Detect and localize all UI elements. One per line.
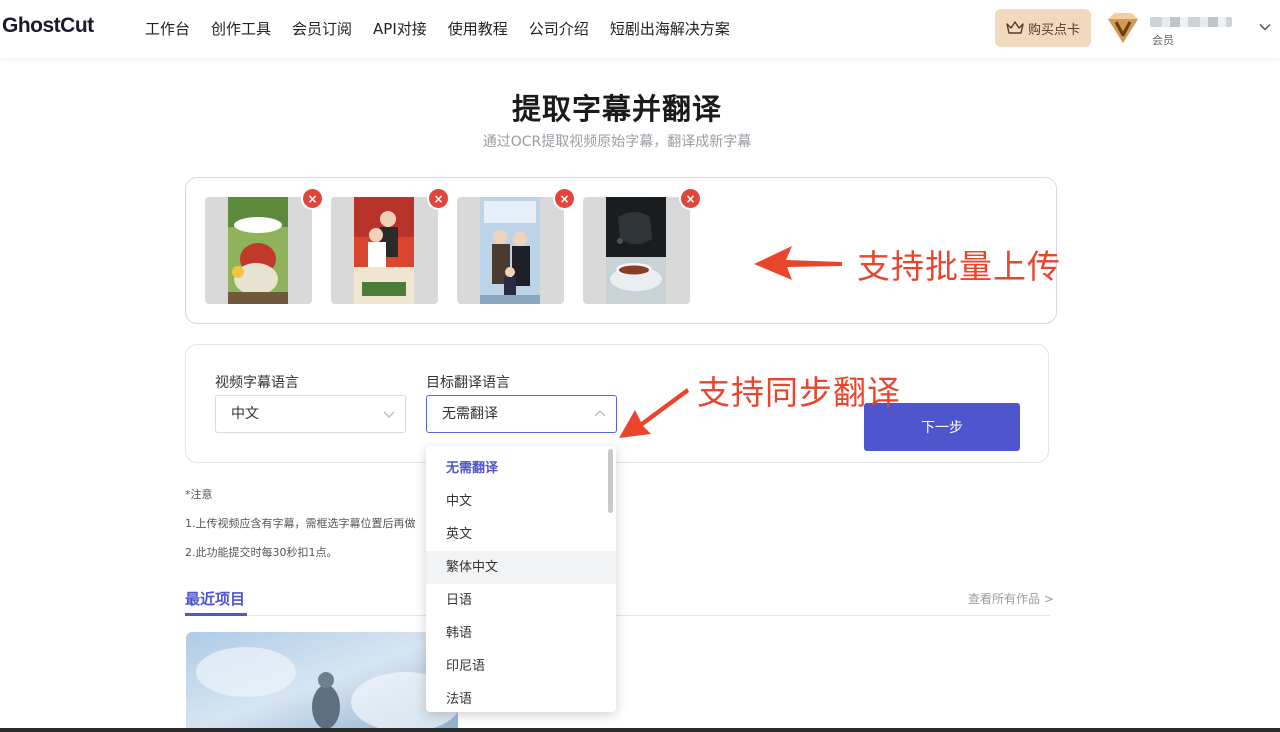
dropdown-option-no-translation[interactable]: 无需翻译 bbox=[426, 452, 616, 485]
video-thumbnail[interactable]: × bbox=[457, 189, 574, 304]
annotation-arrow-left-icon bbox=[754, 246, 842, 280]
dropdown-option-english[interactable]: 英文 bbox=[426, 518, 616, 551]
top-header: GhostCut 工作台 创作工具 会员订阅 API对接 使用教程 公司介绍 短… bbox=[0, 0, 1280, 58]
target-language-label: 目标翻译语言 bbox=[426, 375, 510, 391]
chevron-up-icon bbox=[594, 410, 606, 417]
ghostcut-logo[interactable]: GhostCut bbox=[2, 14, 94, 38]
window-bottom-edge bbox=[0, 728, 1280, 732]
dropdown-option-chinese[interactable]: 中文 bbox=[426, 485, 616, 518]
crown-icon bbox=[1006, 21, 1024, 34]
dropdown-option-indonesian[interactable]: 印尼语 bbox=[426, 650, 616, 683]
thumbnail-image bbox=[606, 197, 666, 304]
target-language-value: 无需翻译 bbox=[442, 406, 498, 422]
remove-video-button[interactable]: × bbox=[303, 189, 322, 208]
vip-diamond-icon bbox=[1108, 13, 1138, 43]
nav-api[interactable]: API对接 bbox=[373, 18, 427, 39]
chevron-down-icon[interactable] bbox=[1258, 20, 1272, 34]
batch-upload-annotation: 支持批量上传 bbox=[857, 247, 1061, 286]
video-thumbnail[interactable]: × bbox=[331, 189, 448, 304]
dropdown-option-korean[interactable]: 韩语 bbox=[426, 617, 616, 650]
video-thumbnail[interactable]: × bbox=[583, 189, 700, 304]
note-line-1: 1.上传视频应含有字幕，需框选字幕位置后再做 bbox=[185, 517, 416, 530]
view-all-works-link[interactable]: 查看所有作品 > bbox=[968, 590, 1054, 607]
nav-tutorials[interactable]: 使用教程 bbox=[448, 18, 508, 39]
recent-divider bbox=[185, 615, 1050, 616]
thumbnail-image bbox=[228, 197, 288, 304]
recent-project-card[interactable] bbox=[186, 632, 458, 732]
chevron-down-icon bbox=[383, 411, 395, 418]
user-role-label: 会员 bbox=[1152, 34, 1174, 47]
target-language-select[interactable]: 无需翻译 bbox=[426, 395, 617, 433]
dropdown-scrollbar[interactable] bbox=[608, 449, 613, 513]
page-subtitle: 通过OCR提取视频原始字幕，翻译成新字幕 bbox=[482, 134, 752, 150]
tab-recent-projects[interactable]: 最近项目 bbox=[185, 588, 245, 609]
thumbnail-image bbox=[354, 197, 414, 304]
tab-active-indicator bbox=[185, 613, 247, 616]
notes-heading: *注意 bbox=[185, 488, 213, 501]
recent-project-thumbnail bbox=[186, 632, 458, 732]
annotation-arrow-down-left-icon bbox=[619, 388, 689, 438]
target-language-dropdown: 无需翻译 中文 英文 繁体中文 日语 韩语 印尼语 法语 bbox=[426, 446, 616, 712]
main-nav: 工作台 创作工具 会员订阅 API对接 使用教程 公司介绍 短剧出海解决方案 bbox=[145, 18, 751, 39]
dropdown-option-traditional-chinese[interactable]: 繁体中文 bbox=[426, 551, 616, 584]
nav-workbench[interactable]: 工作台 bbox=[145, 18, 190, 39]
note-line-2: 2.此功能提交时每30秒扣1点。 bbox=[185, 546, 338, 559]
nav-drama-solutions[interactable]: 短剧出海解决方案 bbox=[610, 18, 730, 39]
video-thumbnail[interactable]: × bbox=[205, 189, 322, 304]
sync-translation-annotation: 支持同步翻译 bbox=[697, 373, 901, 412]
source-language-label: 视频字幕语言 bbox=[215, 375, 299, 391]
page-title: 提取字幕并翻译 bbox=[511, 92, 722, 126]
thumbnail-image bbox=[480, 197, 540, 304]
source-language-select[interactable]: 中文 bbox=[215, 395, 406, 433]
nav-membership[interactable]: 会员订阅 bbox=[292, 18, 352, 39]
dropdown-option-french[interactable]: 法语 bbox=[426, 683, 616, 712]
remove-video-button[interactable]: × bbox=[429, 189, 448, 208]
dropdown-option-japanese[interactable]: 日语 bbox=[426, 584, 616, 617]
nav-creation-tools[interactable]: 创作工具 bbox=[211, 18, 271, 39]
source-language-value: 中文 bbox=[231, 406, 259, 422]
remove-video-button[interactable]: × bbox=[681, 189, 700, 208]
username-blurred bbox=[1150, 17, 1232, 27]
remove-video-button[interactable]: × bbox=[555, 189, 574, 208]
buy-credits-button[interactable]: 购买点卡 bbox=[995, 9, 1091, 47]
nav-company[interactable]: 公司介绍 bbox=[529, 18, 589, 39]
buy-credits-label: 购买点卡 bbox=[1027, 22, 1080, 38]
